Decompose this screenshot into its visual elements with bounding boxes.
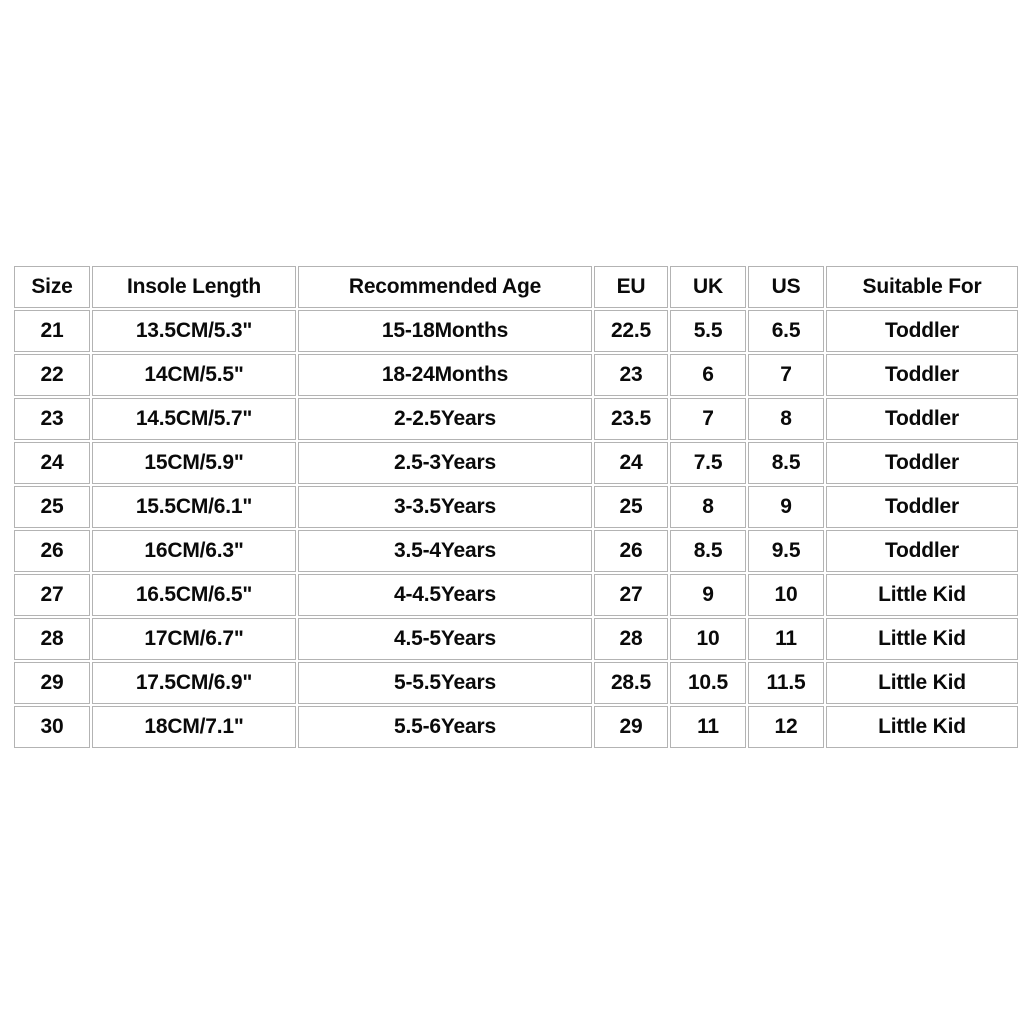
cell-insole-length: 18CM/7.1" (92, 706, 296, 748)
cell-size: 30 (14, 706, 90, 748)
cell-uk: 5.5 (670, 310, 746, 352)
cell-insole-length: 15CM/5.9" (92, 442, 296, 484)
cell-insole-length: 17CM/6.7" (92, 618, 296, 660)
cell-size: 26 (14, 530, 90, 572)
cell-eu: 26 (594, 530, 668, 572)
cell-uk: 11 (670, 706, 746, 748)
cell-recommended-age: 3-3.5Years (298, 486, 592, 528)
cell-us: 7 (748, 354, 824, 396)
cell-us: 10 (748, 574, 824, 616)
page-canvas: Size Insole Length Recommended Age EU UK… (0, 0, 1024, 1024)
cell-uk: 7.5 (670, 442, 746, 484)
column-header-insole-length: Insole Length (92, 266, 296, 308)
cell-uk: 8.5 (670, 530, 746, 572)
column-header-size: Size (14, 266, 90, 308)
cell-suitable-for: Little Kid (826, 706, 1018, 748)
cell-uk: 9 (670, 574, 746, 616)
table-row: 24 15CM/5.9" 2.5-3Years 24 7.5 8.5 Toddl… (14, 442, 1018, 484)
table-row: 21 13.5CM/5.3" 15-18Months 22.5 5.5 6.5 … (14, 310, 1018, 352)
cell-insole-length: 13.5CM/5.3" (92, 310, 296, 352)
cell-insole-length: 17.5CM/6.9" (92, 662, 296, 704)
table-header-row: Size Insole Length Recommended Age EU UK… (14, 266, 1018, 308)
column-header-uk: UK (670, 266, 746, 308)
cell-insole-length: 15.5CM/6.1" (92, 486, 296, 528)
cell-eu: 23.5 (594, 398, 668, 440)
cell-suitable-for: Toddler (826, 486, 1018, 528)
cell-suitable-for: Little Kid (826, 662, 1018, 704)
cell-size: 22 (14, 354, 90, 396)
cell-suitable-for: Toddler (826, 530, 1018, 572)
table-row: 26 16CM/6.3" 3.5-4Years 26 8.5 9.5 Toddl… (14, 530, 1018, 572)
cell-suitable-for: Little Kid (826, 618, 1018, 660)
cell-recommended-age: 15-18Months (298, 310, 592, 352)
cell-insole-length: 16CM/6.3" (92, 530, 296, 572)
cell-suitable-for: Toddler (826, 354, 1018, 396)
table-row: 25 15.5CM/6.1" 3-3.5Years 25 8 9 Toddler (14, 486, 1018, 528)
cell-recommended-age: 5.5-6Years (298, 706, 592, 748)
cell-suitable-for: Toddler (826, 310, 1018, 352)
size-chart-table: Size Insole Length Recommended Age EU UK… (12, 264, 1020, 750)
cell-suitable-for: Little Kid (826, 574, 1018, 616)
size-chart-container: Size Insole Length Recommended Age EU UK… (12, 264, 1020, 750)
cell-us: 6.5 (748, 310, 824, 352)
cell-eu: 23 (594, 354, 668, 396)
cell-size: 29 (14, 662, 90, 704)
cell-recommended-age: 2-2.5Years (298, 398, 592, 440)
cell-insole-length: 16.5CM/6.5" (92, 574, 296, 616)
cell-us: 8 (748, 398, 824, 440)
cell-eu: 22.5 (594, 310, 668, 352)
cell-size: 23 (14, 398, 90, 440)
column-header-us: US (748, 266, 824, 308)
cell-size: 27 (14, 574, 90, 616)
table-header: Size Insole Length Recommended Age EU UK… (14, 266, 1018, 308)
cell-suitable-for: Toddler (826, 398, 1018, 440)
cell-recommended-age: 3.5-4Years (298, 530, 592, 572)
cell-us: 9 (748, 486, 824, 528)
table-body: 21 13.5CM/5.3" 15-18Months 22.5 5.5 6.5 … (14, 310, 1018, 748)
cell-recommended-age: 2.5-3Years (298, 442, 592, 484)
cell-eu: 25 (594, 486, 668, 528)
cell-uk: 10.5 (670, 662, 746, 704)
cell-uk: 8 (670, 486, 746, 528)
cell-eu: 28 (594, 618, 668, 660)
cell-recommended-age: 18-24Months (298, 354, 592, 396)
cell-recommended-age: 4-4.5Years (298, 574, 592, 616)
table-row: 27 16.5CM/6.5" 4-4.5Years 27 9 10 Little… (14, 574, 1018, 616)
table-row: 30 18CM/7.1" 5.5-6Years 29 11 12 Little … (14, 706, 1018, 748)
cell-recommended-age: 5-5.5Years (298, 662, 592, 704)
cell-us: 9.5 (748, 530, 824, 572)
cell-us: 8.5 (748, 442, 824, 484)
column-header-eu: EU (594, 266, 668, 308)
cell-recommended-age: 4.5-5Years (298, 618, 592, 660)
cell-uk: 7 (670, 398, 746, 440)
cell-us: 11.5 (748, 662, 824, 704)
cell-size: 24 (14, 442, 90, 484)
cell-eu: 27 (594, 574, 668, 616)
cell-insole-length: 14.5CM/5.7" (92, 398, 296, 440)
cell-size: 21 (14, 310, 90, 352)
table-row: 28 17CM/6.7" 4.5-5Years 28 10 11 Little … (14, 618, 1018, 660)
cell-insole-length: 14CM/5.5" (92, 354, 296, 396)
cell-uk: 6 (670, 354, 746, 396)
table-row: 22 14CM/5.5" 18-24Months 23 6 7 Toddler (14, 354, 1018, 396)
cell-size: 28 (14, 618, 90, 660)
cell-uk: 10 (670, 618, 746, 660)
table-row: 23 14.5CM/5.7" 2-2.5Years 23.5 7 8 Toddl… (14, 398, 1018, 440)
cell-eu: 29 (594, 706, 668, 748)
column-header-recommended-age: Recommended Age (298, 266, 592, 308)
cell-us: 11 (748, 618, 824, 660)
cell-size: 25 (14, 486, 90, 528)
cell-us: 12 (748, 706, 824, 748)
cell-suitable-for: Toddler (826, 442, 1018, 484)
table-row: 29 17.5CM/6.9" 5-5.5Years 28.5 10.5 11.5… (14, 662, 1018, 704)
column-header-suitable-for: Suitable For (826, 266, 1018, 308)
cell-eu: 24 (594, 442, 668, 484)
cell-eu: 28.5 (594, 662, 668, 704)
